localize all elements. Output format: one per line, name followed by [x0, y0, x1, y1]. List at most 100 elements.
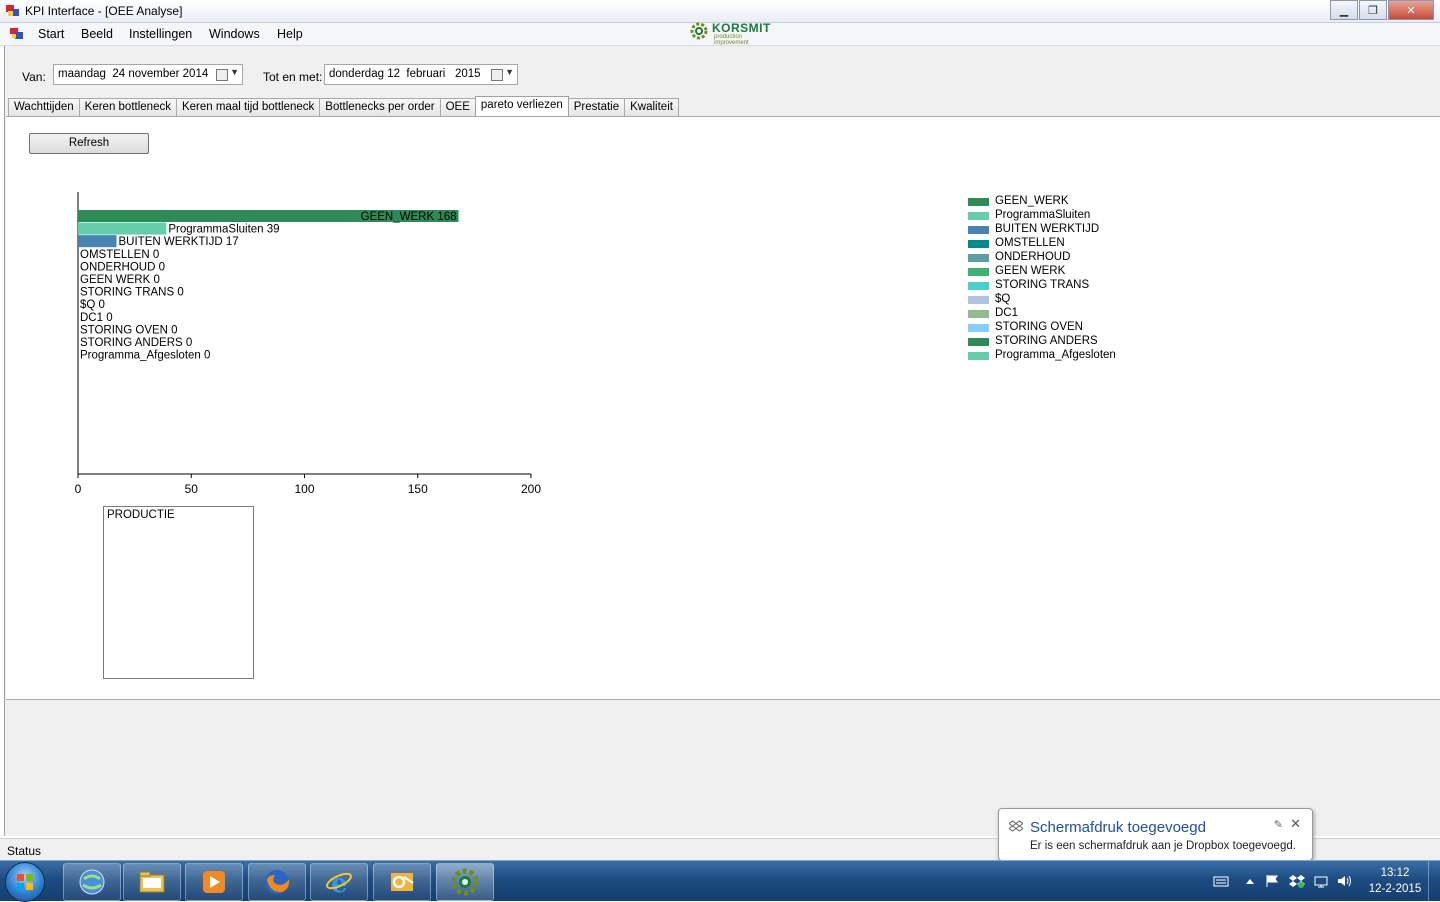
tab-oee[interactable]: OEE: [439, 98, 476, 116]
legend-label: STORING OVEN: [995, 321, 1083, 333]
tab-pareto-verliezen[interactable]: pareto verliezen: [474, 96, 569, 117]
outlook-icon: [391, 873, 414, 891]
play-icon: [203, 871, 225, 893]
settings-icon[interactable]: ✎: [1274, 818, 1283, 831]
bar-label: STORING TRANS 0: [80, 287, 184, 299]
legend-label: ONDERHOUD: [995, 251, 1071, 263]
taskbar-outlook[interactable]: [373, 863, 431, 901]
legend-label: ProgrammaSluiten: [995, 209, 1091, 221]
menu-windows[interactable]: Windows: [209, 27, 260, 41]
van-date-value: maandag 24 november 2014: [58, 68, 209, 80]
legend-swatch: [968, 240, 989, 248]
production-listbox[interactable]: PRODUCTIE: [103, 506, 254, 679]
bar-label: GEEN_WERK 168: [361, 211, 457, 223]
tab-strip: Wachttijden Keren bottleneck Keren maal ti…: [8, 96, 679, 117]
bar-label: Programma_Afgesloten 0: [80, 350, 210, 362]
app-icon[interactable]: [6, 4, 20, 18]
mdi-child-icon[interactable]: [10, 28, 24, 40]
minimize-button[interactable]: ▁: [1330, 0, 1358, 20]
production-item[interactable]: PRODUCTIE: [107, 509, 175, 521]
legend-swatch: [968, 310, 989, 318]
tab-wachttijden[interactable]: Wachttijden: [8, 98, 80, 116]
legend-swatch: [968, 282, 989, 290]
taskbar-explorer[interactable]: [123, 863, 181, 901]
window-controls: ▁ ❐ ✕: [1329, 0, 1434, 20]
bar-buiten werktijd: [78, 235, 117, 248]
windows-logo-icon: [17, 874, 33, 890]
van-date-picker[interactable]: maandag 24 november 2014 ▼: [53, 64, 243, 85]
close-icon[interactable]: ✕: [1290, 816, 1301, 832]
legend-swatch: [968, 338, 989, 346]
tab-page-pareto: Refresh 0 50 100 150 200 GEEN_WERK 168 Program…: [6, 116, 1440, 700]
chevron-down-icon[interactable]: ▼: [230, 67, 239, 77]
legend-swatch: [968, 254, 989, 262]
internet-explorer-icon: e: [326, 869, 352, 897]
taskbar-media-player[interactable]: [185, 863, 243, 901]
x-tick-label: 150: [408, 482, 428, 496]
close-button[interactable]: ✕: [1388, 0, 1434, 20]
chevron-down-icon[interactable]: ▼: [505, 67, 514, 77]
gear-icon: [451, 868, 479, 896]
menu-beeld[interactable]: Beeld: [81, 27, 113, 41]
korsmit-logo: KORSMIT production improvement: [690, 20, 774, 46]
notification-title: Schermafdruk toegevoegd: [1030, 819, 1206, 836]
van-label: Van:: [22, 70, 46, 84]
x-tick-label: 200: [521, 482, 541, 496]
taskbar-internet-explorer[interactable]: e: [310, 863, 368, 901]
tot-label: Tot en met:: [263, 70, 323, 84]
pareto-chart: 0 50 100 150 200 GEEN_WERK 168 ProgrammaSluite…: [75, 192, 541, 496]
bar-programmasluiten: [78, 222, 167, 235]
calendar-icon[interactable]: [216, 69, 228, 81]
logo-tagline: production improvement: [714, 34, 749, 46]
tab-kwaliteit[interactable]: Kwaliteit: [624, 98, 679, 116]
legend-label: GEEN_WERK: [995, 195, 1069, 207]
tab-keren-maal-tijd-bottleneck[interactable]: Keren maal tijd bottleneck: [175, 98, 321, 116]
firefox-icon: [265, 870, 290, 894]
clock-time: 13:12: [1380, 867, 1410, 879]
notification-body: Er is een schermafdruk aan je Dropbox to…: [1030, 840, 1296, 852]
legend-swatch: [968, 352, 989, 360]
taskbar-firefox[interactable]: [248, 863, 306, 901]
legend-label: Programma_Afgesloten: [995, 349, 1116, 361]
gear-logo-icon: [690, 22, 708, 40]
bar-label: OMSTELLEN 0: [80, 249, 159, 261]
flag-icon[interactable]: [1265, 874, 1281, 888]
bar-label: BUITEN WERKTIJD 17: [119, 236, 239, 248]
start-button[interactable]: [5, 862, 45, 902]
legend-label: $Q: [995, 293, 1011, 305]
tab-keren-bottleneck[interactable]: Keren bottleneck: [78, 98, 177, 116]
taskbar-kpi-interface[interactable]: [436, 863, 494, 901]
show-hidden-icons-icon[interactable]: [1242, 874, 1258, 888]
taskbar-pinned-globe[interactable]: [63, 863, 121, 901]
show-desktop-button[interactable]: [1428, 861, 1440, 901]
bar-label: $Q 0: [80, 299, 105, 311]
bar-label: STORING OVEN 0: [80, 324, 178, 336]
maximize-button[interactable]: ❐: [1359, 0, 1387, 20]
system-clock[interactable]: 13:12 12-2-2015: [1365, 865, 1425, 897]
volume-icon[interactable]: [1337, 874, 1353, 888]
bar-label: DC1 0: [80, 312, 113, 324]
legend-swatch: [968, 324, 989, 332]
clock-date: 12-2-2015: [1368, 883, 1422, 895]
folder-icon: [139, 871, 165, 893]
network-icon[interactable]: [1313, 874, 1329, 888]
tab-prestatie[interactable]: Prestatie: [567, 98, 626, 116]
dropbox-tray-icon[interactable]: [1289, 874, 1305, 888]
main-content: Van: maandag 24 november 2014 ▼ Tot en m…: [4, 46, 1440, 836]
tot-date-picker[interactable]: donderdag 12 februari 2015 ▼: [324, 64, 518, 85]
keyboard-icon[interactable]: [1213, 874, 1229, 888]
tab-bottlenecks-per-order[interactable]: Bottlenecks per order: [319, 98, 441, 116]
legend-swatch: [968, 198, 989, 206]
calendar-icon[interactable]: [491, 69, 503, 81]
menu-help[interactable]: Help: [277, 27, 303, 41]
bar-label: GEEN WERK 0: [80, 274, 160, 286]
dropbox-notification[interactable]: Schermafdruk toegevoegd Er is een scherm…: [998, 808, 1313, 873]
x-tick-label: 50: [185, 482, 199, 496]
bar-label: STORING ANDERS 0: [80, 337, 192, 349]
menu-start[interactable]: Start: [38, 27, 64, 41]
legend-swatch: [968, 296, 989, 304]
legend-swatch: [968, 226, 989, 234]
taskbar: e 13:12 12-2-2015: [0, 860, 1440, 902]
menu-instellingen[interactable]: Instellingen: [129, 27, 192, 41]
x-tick-label: 0: [75, 482, 82, 496]
